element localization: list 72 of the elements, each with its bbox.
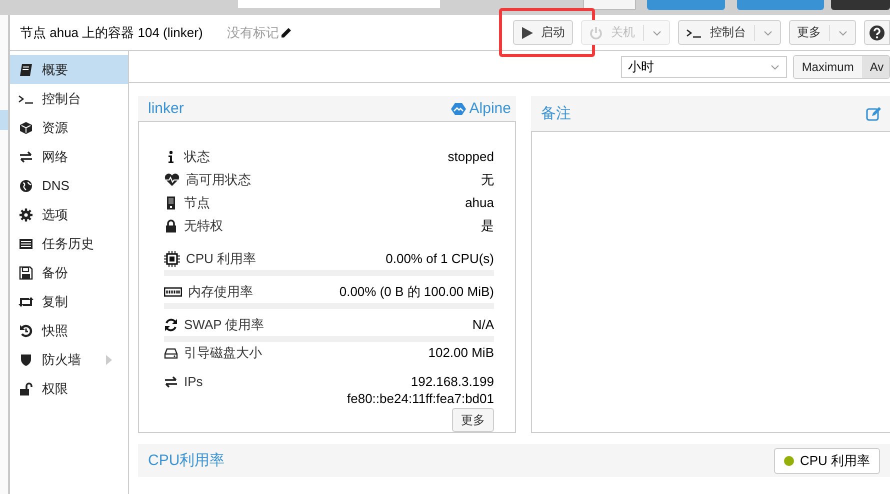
padlock-icon <box>164 218 178 232</box>
nav-item[interactable]: 防火墙 <box>10 345 128 374</box>
field-label: 引导磁盘大小 <box>184 344 262 362</box>
cube-icon <box>19 120 33 134</box>
more-button[interactable]: 更多 <box>452 408 494 432</box>
history-icon <box>19 324 33 338</box>
cpu-chip-icon <box>164 250 180 266</box>
chart-title: CPU利用率 <box>148 451 225 470</box>
edit-icon <box>866 106 882 122</box>
pencil-icon <box>280 26 292 38</box>
edit-button[interactable] <box>866 106 882 122</box>
nav-item[interactable]: DNS <box>10 171 128 200</box>
shield-icon <box>19 352 33 366</box>
legend-item[interactable]: CPU 利用率 <box>774 448 880 474</box>
panel-title: 备注 <box>541 104 571 123</box>
tree-selection <box>0 110 8 130</box>
start-button[interactable]: 启动 <box>513 20 573 45</box>
nav-item[interactable]: 概要 <box>10 55 128 84</box>
field-label: 无特权 <box>184 216 223 234</box>
heartbeat-icon <box>164 172 180 186</box>
hard-drive-icon <box>164 346 178 360</box>
field-label: 高可用状态 <box>186 170 251 188</box>
retweet-icon <box>18 294 34 308</box>
gear-icon <box>19 208 33 222</box>
search-field[interactable] <box>238 0 440 8</box>
list-icon <box>19 236 33 250</box>
help-button[interactable] <box>864 20 890 45</box>
server-tower-icon <box>164 196 178 210</box>
globe-icon <box>19 178 33 192</box>
field-value: 无 <box>481 170 494 188</box>
field-label: IPs <box>184 374 203 389</box>
nav-item[interactable]: 网络 <box>10 142 128 171</box>
nav-item[interactable]: 权限 <box>10 374 128 403</box>
field-value: 102.00 MiB <box>428 345 494 360</box>
play-icon <box>521 26 533 40</box>
nav-item[interactable]: 备份 <box>10 258 128 287</box>
help-icon <box>869 24 885 40</box>
nav-item[interactable]: 控制台 <box>10 84 128 113</box>
field-value: stopped <box>448 149 494 164</box>
exchange-icon <box>164 374 178 388</box>
field-label: SWAP 使用率 <box>184 316 264 334</box>
ip-address: 192.168.3.199 <box>410 374 494 389</box>
field-value: 0.00% (0 B 的 100.00 MiB) <box>339 282 494 300</box>
toolbar-button[interactable] <box>582 0 636 10</box>
ip-address: fe80::be24:11ff:fea7:bd01 <box>347 391 494 406</box>
field-value: N/A <box>472 317 494 332</box>
field-label: 内存使用率 <box>188 282 253 300</box>
more-button[interactable]: 更多 <box>789 20 856 45</box>
field-value: 是 <box>481 216 494 234</box>
console-button[interactable]: 控制台 <box>678 20 781 45</box>
nav-item[interactable]: 快照 <box>10 316 128 345</box>
page-title: 节点 ahua 上的容器 104 (linker) <box>20 24 203 42</box>
field-label: CPU 利用率 <box>186 250 256 268</box>
power-icon <box>589 26 603 40</box>
refresh-icon <box>164 318 178 332</box>
field-label: 状态 <box>184 148 210 166</box>
panel-title: linker <box>148 100 184 117</box>
book-icon <box>19 62 33 76</box>
timeframe-dropdown[interactable]: 小时 <box>621 56 787 78</box>
field-value: ahua <box>465 195 494 210</box>
exchange-icon <box>19 150 33 164</box>
nav-item[interactable]: 选项 <box>10 200 128 229</box>
aggregation-toggle[interactable]: Av <box>862 56 889 78</box>
nav-item[interactable]: 复制 <box>10 287 128 316</box>
memory-module-icon <box>164 286 182 298</box>
unlocked-padlock-icon <box>19 382 33 396</box>
aggregation-toggle[interactable]: Maximum <box>794 56 862 78</box>
mountain-logo-icon <box>451 102 466 116</box>
nav-item[interactable]: 资源 <box>10 113 128 142</box>
nav-item[interactable]: 任务历史 <box>10 229 128 258</box>
field-label: 节点 <box>184 194 210 212</box>
field-value: 0.00% of 1 CPU(s) <box>386 251 494 266</box>
